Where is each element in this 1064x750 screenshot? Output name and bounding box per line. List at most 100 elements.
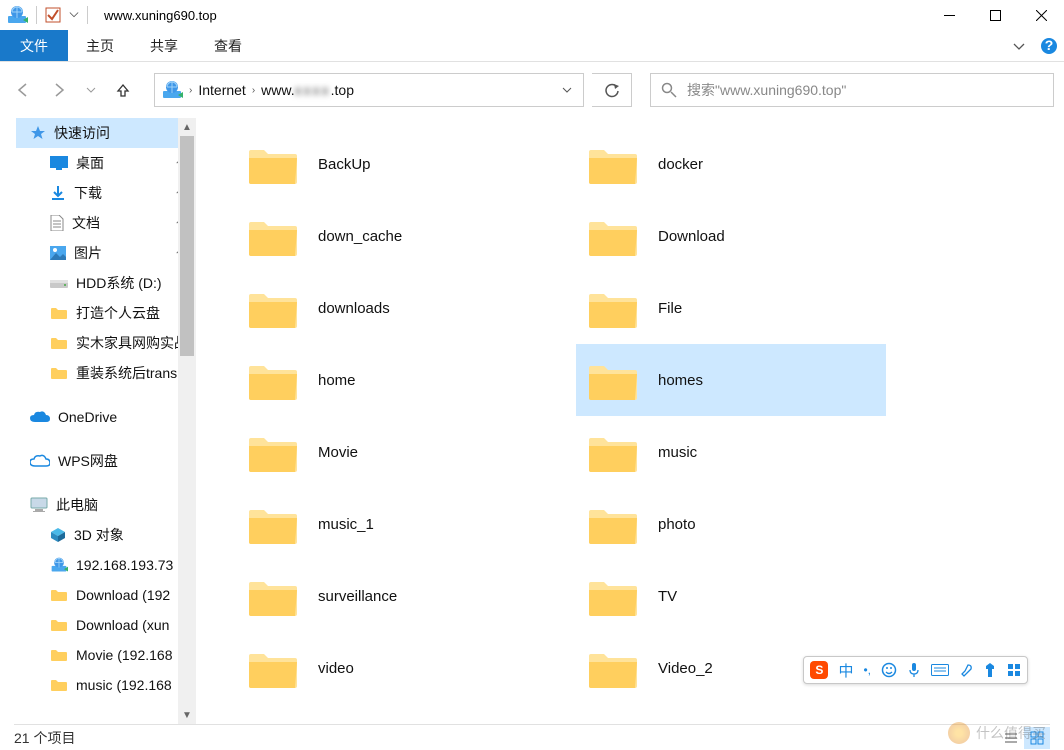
sidebar-folder-reinstall[interactable]: 重装系统后trans xyxy=(16,358,196,388)
ime-emoji-icon[interactable] xyxy=(881,662,897,678)
crumb-blurred: xxxx xyxy=(295,82,331,98)
recent-dropdown[interactable] xyxy=(86,81,96,99)
folder-item[interactable]: photo xyxy=(576,488,886,560)
desktop-icon xyxy=(50,156,68,170)
sidebar-onedrive[interactable]: OneDrive xyxy=(16,402,196,432)
folder-item[interactable]: Movie xyxy=(236,416,546,488)
sidebar-music-192[interactable]: music (192.168 xyxy=(16,670,196,700)
app-icon xyxy=(6,4,28,26)
sidebar-documents[interactable]: 文档 xyxy=(16,208,196,238)
search-input[interactable] xyxy=(687,82,1043,98)
qat-dropdown-icon[interactable] xyxy=(69,7,79,23)
breadcrumb-internet[interactable]: Internet xyxy=(192,82,251,98)
item-count: 21 个项目 xyxy=(14,728,75,748)
back-button[interactable] xyxy=(14,81,32,99)
ribbon-tab-file[interactable]: 文件 xyxy=(0,30,68,61)
ribbon-tab-home[interactable]: 主页 xyxy=(68,30,132,61)
help-button[interactable]: ? xyxy=(1034,30,1064,61)
folder-icon xyxy=(50,366,68,380)
ime-skin-icon[interactable] xyxy=(983,662,997,678)
refresh-button[interactable] xyxy=(592,73,632,107)
folder-item[interactable]: File xyxy=(576,272,886,344)
ime-punct-icon[interactable]: •, xyxy=(863,663,871,677)
navigation-pane: 快速访问 桌面 下载 文档 图片 HDD系统 (D:) 打造个人云盘 实木家具网… xyxy=(16,118,196,724)
folder-icon xyxy=(246,286,300,330)
address-icon xyxy=(161,79,183,101)
sidebar-download-192[interactable]: Download (192 xyxy=(16,580,196,610)
folder-item[interactable]: music_1 xyxy=(236,488,546,560)
sidebar-label: 文档 xyxy=(72,213,100,233)
sidebar-label: Download (xun xyxy=(76,617,169,633)
folder-item[interactable]: surveillance xyxy=(236,560,546,632)
minimize-button[interactable] xyxy=(926,0,972,30)
folder-icon xyxy=(50,588,68,602)
folder-item[interactable]: home xyxy=(236,344,546,416)
sidebar-pictures[interactable]: 图片 xyxy=(16,238,196,268)
folder-item[interactable]: video xyxy=(236,632,546,704)
sidebar-label: 下载 xyxy=(74,183,102,203)
ime-mic-icon[interactable] xyxy=(907,662,921,678)
folder-icon xyxy=(50,678,68,692)
folder-item[interactable]: down_cache xyxy=(236,200,546,272)
folder-label: music_1 xyxy=(318,516,374,533)
sidebar-label: 快速访问 xyxy=(54,123,110,143)
sidebar-3d-objects[interactable]: 3D 对象 xyxy=(16,520,196,550)
sidebar-hdd[interactable]: HDD系统 (D:) xyxy=(16,268,196,298)
sidebar-scrollbar[interactable]: ▲ ▼ xyxy=(178,118,196,724)
forward-button[interactable] xyxy=(50,81,68,99)
ime-tool-icon[interactable] xyxy=(959,663,973,677)
maximize-button[interactable] xyxy=(972,0,1018,30)
folder-item[interactable]: TV xyxy=(576,560,886,632)
watermark-logo xyxy=(948,722,970,744)
folder-icon xyxy=(246,502,300,546)
folder-item[interactable]: Download xyxy=(576,200,886,272)
folder-item[interactable]: docker xyxy=(576,128,886,200)
watermark: 什么值得买 xyxy=(948,722,1046,744)
folder-item[interactable]: downloads xyxy=(236,272,546,344)
qat-checkbox-icon[interactable] xyxy=(45,7,61,23)
folder-item[interactable]: music xyxy=(576,416,886,488)
computer-icon xyxy=(30,497,48,513)
sidebar-download-xun[interactable]: Download (xun xyxy=(16,610,196,640)
sidebar-label: 此电脑 xyxy=(56,495,98,515)
status-bar: 21 个项目 xyxy=(14,724,1050,750)
folder-icon xyxy=(50,306,68,320)
folder-item[interactable]: homes xyxy=(576,344,886,416)
sidebar-movie-192[interactable]: Movie (192.168 xyxy=(16,640,196,670)
folder-icon xyxy=(586,646,640,690)
folder-item[interactable]: BackUp xyxy=(236,128,546,200)
breadcrumb-host[interactable]: www.xxxx.top xyxy=(255,82,360,98)
wps-icon xyxy=(30,454,50,468)
sidebar-folder-furniture[interactable]: 实木家具网购实战 xyxy=(16,328,196,358)
ime-language[interactable]: 中 xyxy=(838,660,853,681)
content-pane[interactable]: BackUp down_cache downloadshomeMovie music_… xyxy=(196,118,1048,724)
sidebar-label: 图片 xyxy=(74,243,102,263)
sidebar-network-ip[interactable]: 192.168.193.73 xyxy=(16,550,196,580)
ime-toolbar[interactable]: S 中 •, xyxy=(803,656,1028,684)
sidebar-label: 192.168.193.73 xyxy=(76,557,173,573)
close-button[interactable] xyxy=(1018,0,1064,30)
folder-label: down_cache xyxy=(318,228,402,245)
ribbon-expand-button[interactable] xyxy=(1004,30,1034,61)
search-box[interactable] xyxy=(650,73,1054,107)
scroll-thumb[interactable] xyxy=(180,136,194,356)
up-button[interactable] xyxy=(114,81,132,99)
sogou-icon[interactable]: S xyxy=(810,661,828,679)
drive-icon xyxy=(50,277,68,289)
sidebar-folder-cloud[interactable]: 打造个人云盘 xyxy=(16,298,196,328)
ribbon-tab-view[interactable]: 查看 xyxy=(196,30,260,61)
sidebar-downloads[interactable]: 下载 xyxy=(16,178,196,208)
scroll-up-icon[interactable]: ▲ xyxy=(178,118,196,136)
address-bar[interactable]: › Internet › www.xxxx.top xyxy=(154,73,584,107)
sidebar-thispc[interactable]: 此电脑 xyxy=(16,490,196,520)
scroll-down-icon[interactable]: ▼ xyxy=(178,706,196,724)
address-dropdown[interactable] xyxy=(555,85,579,95)
sidebar-quick-access[interactable]: 快速访问 xyxy=(16,118,196,148)
ribbon-tab-share[interactable]: 共享 xyxy=(132,30,196,61)
star-icon xyxy=(30,125,46,141)
ime-toolbox-icon[interactable] xyxy=(1007,663,1021,677)
sidebar-wps[interactable]: WPS网盘 xyxy=(16,446,196,476)
ime-keyboard-icon[interactable] xyxy=(931,664,949,676)
folder-label: File xyxy=(658,300,682,317)
sidebar-desktop[interactable]: 桌面 xyxy=(16,148,196,178)
